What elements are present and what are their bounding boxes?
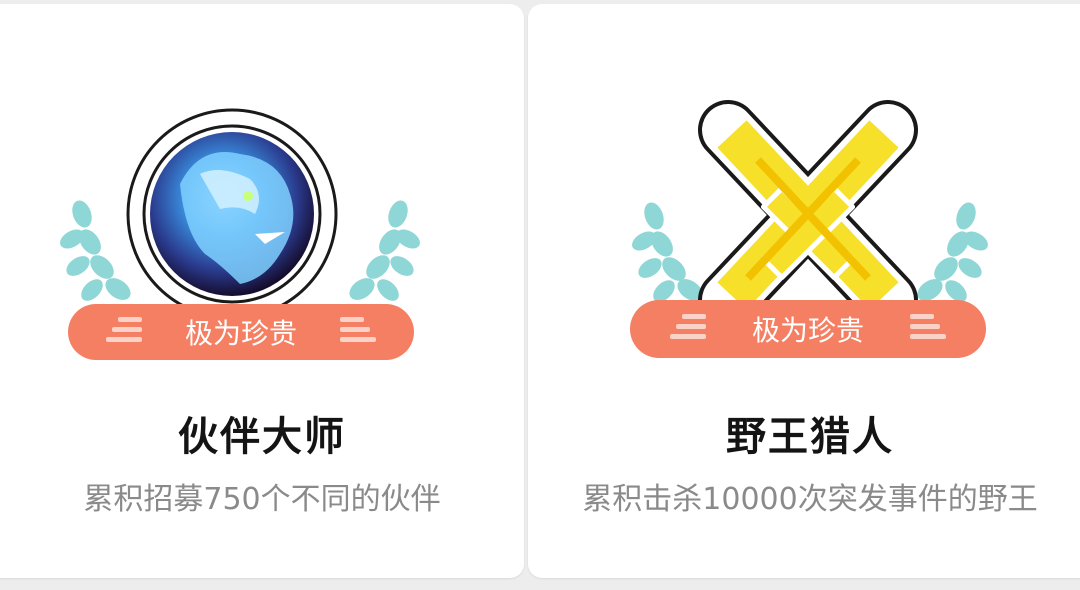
achievement-description: 累积击杀10000次突发事件的野王 xyxy=(582,482,1038,517)
achievement-description: 累积招募750个不同的伙伴 xyxy=(83,482,441,517)
achievement-emblem: 极为珍贵 xyxy=(630,100,988,358)
achievement-card[interactable]: 极为珍贵 野王猎人 累积击杀10000次突发事件的野王 xyxy=(528,4,1080,578)
laurel-left-icon xyxy=(632,202,703,302)
blue-dragon-portrait-icon xyxy=(126,108,338,320)
rarity-banner: 极为珍贵 xyxy=(68,304,414,360)
rarity-banner: 极为珍贵 xyxy=(630,300,986,358)
crossed-swords-icon xyxy=(698,100,918,330)
rarity-label: 极为珍贵 xyxy=(185,317,297,350)
laurel-left-icon xyxy=(60,200,131,301)
achievement-title: 伙伴大师 xyxy=(178,414,346,460)
laurel-right-icon xyxy=(917,202,988,302)
achievement-emblem: 极为珍贵 xyxy=(60,108,420,360)
achievement-title: 野王猎人 xyxy=(726,414,894,460)
laurel-right-icon xyxy=(349,200,420,301)
achievement-card[interactable]: 极为珍贵 伙伴大师 累积招募750个不同的伙伴 xyxy=(0,4,524,578)
rarity-label: 极为珍贵 xyxy=(752,314,864,347)
